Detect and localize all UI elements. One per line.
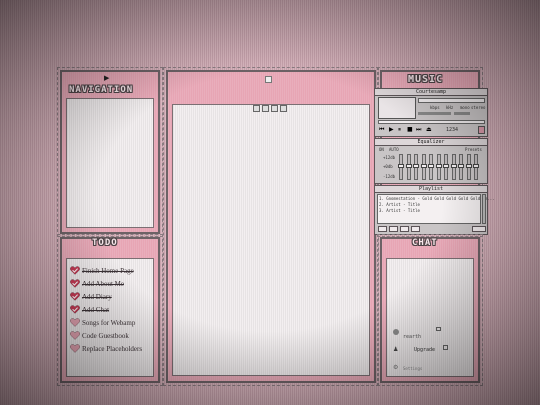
eq-band-slider[interactable] bbox=[473, 154, 479, 180]
heart-checkbox-icon[interactable] bbox=[70, 331, 80, 340]
todo-item-label: Add About Me bbox=[82, 280, 124, 288]
navigation-content bbox=[66, 98, 154, 228]
eq-band-slider[interactable] bbox=[406, 154, 412, 180]
eq-band-slider[interactable] bbox=[421, 154, 427, 180]
eq-slider-knob[interactable] bbox=[428, 164, 434, 168]
heart-checkbox-icon[interactable] bbox=[70, 279, 80, 288]
eq-slider-knob[interactable] bbox=[451, 164, 457, 168]
webamp-song-ticker bbox=[418, 98, 485, 103]
eq-band-slider[interactable] bbox=[451, 154, 457, 180]
todo-item-label: Finish Home Page bbox=[82, 267, 134, 275]
eq-band-slider[interactable] bbox=[466, 154, 472, 180]
eq-db-high: +12db bbox=[383, 155, 396, 160]
playlist-misc-button[interactable] bbox=[411, 226, 420, 232]
equalizer-title-bar[interactable]: Equalizer bbox=[375, 139, 487, 146]
heart-checkbox-icon[interactable] bbox=[70, 305, 80, 314]
eq-slider-knob[interactable] bbox=[413, 164, 419, 168]
eject-icon[interactable]: ⏏ bbox=[426, 126, 432, 133]
playlist-item[interactable]: 2. Artist - Title bbox=[379, 202, 420, 207]
webamp-seek-bar[interactable] bbox=[378, 120, 485, 124]
playlist-select-button[interactable] bbox=[400, 226, 409, 232]
chat-content bbox=[386, 258, 474, 377]
pause-icon[interactable]: ⏸ bbox=[398, 126, 401, 134]
webamp-title-bar[interactable]: Courtesamp bbox=[375, 89, 487, 96]
eq-slider-knob[interactable] bbox=[398, 164, 404, 168]
playlist-controls[interactable] bbox=[378, 226, 486, 232]
image-icon bbox=[253, 105, 260, 112]
eq-preamp-slider[interactable] bbox=[398, 154, 404, 180]
chat-message-icon[interactable] bbox=[436, 327, 441, 331]
playlist-add-button[interactable] bbox=[378, 226, 387, 232]
main-content-area bbox=[172, 104, 370, 376]
edit-icon[interactable] bbox=[443, 345, 448, 350]
eq-band-slider[interactable] bbox=[436, 154, 442, 180]
settings-icon[interactable]: ⚙ bbox=[393, 364, 398, 371]
webamp-kbps: kbps bbox=[430, 105, 440, 110]
image-icon bbox=[280, 105, 287, 112]
eq-band-slider[interactable] bbox=[458, 154, 464, 180]
eq-slider-knob[interactable] bbox=[436, 164, 442, 168]
todo-item-label: Songs for Webamp bbox=[82, 319, 136, 327]
heart-checkbox-icon[interactable] bbox=[70, 292, 80, 301]
eq-db-mid: +0db bbox=[383, 164, 393, 169]
eq-slider-knob[interactable] bbox=[458, 164, 464, 168]
playlist-title-bar[interactable]: Playlist bbox=[375, 186, 487, 193]
playlist-scrollbar[interactable] bbox=[482, 194, 486, 224]
webamp-volume-slider[interactable] bbox=[418, 112, 451, 115]
todo-item-label: Add Chat bbox=[82, 306, 110, 314]
eq-on-toggle[interactable]: ON bbox=[379, 147, 384, 152]
chat-username: rearth bbox=[403, 334, 422, 340]
webamp-mono: mono bbox=[460, 105, 470, 110]
todo-item-label: Add Diary bbox=[82, 293, 112, 301]
broken-image-icon bbox=[265, 76, 272, 83]
eq-slider-knob[interactable] bbox=[421, 164, 427, 168]
chat-avatar bbox=[393, 329, 399, 335]
playlist-remove-button[interactable] bbox=[389, 226, 398, 232]
user-icon: ♟ bbox=[393, 346, 399, 353]
next-icon[interactable]: ⏭ bbox=[416, 126, 421, 134]
eq-slider-knob[interactable] bbox=[473, 164, 479, 168]
settings-link[interactable]: Settings bbox=[403, 366, 422, 371]
todo-item-label: Code Guestbook bbox=[82, 332, 129, 340]
play-arrow-icon: ▶ bbox=[104, 74, 110, 82]
previous-icon[interactable]: ⏮ bbox=[379, 126, 384, 134]
navigation-title: NAVIGATION bbox=[69, 85, 134, 95]
eq-slider-knob[interactable] bbox=[443, 164, 449, 168]
playlist-item[interactable]: 1. Gnomestation - Gold Gold Gold Gold Go… bbox=[379, 196, 495, 201]
playlist-list-button[interactable] bbox=[472, 226, 486, 232]
eq-band-slider[interactable] bbox=[428, 154, 434, 180]
chat-title: CHAT bbox=[412, 238, 438, 248]
webamp-display bbox=[378, 97, 416, 119]
eq-auto-toggle[interactable]: AUTO bbox=[389, 147, 399, 152]
eq-band-slider[interactable] bbox=[443, 154, 449, 180]
playlist-item[interactable]: 3. Artist - Title bbox=[379, 208, 420, 213]
webamp-playlist[interactable]: Playlist 1. Gnomestation - Gold Gold Gol… bbox=[374, 185, 495, 235]
play-icon[interactable]: ▶ bbox=[389, 126, 394, 133]
webamp-time: 1234 bbox=[446, 127, 459, 133]
eq-presets-button[interactable]: Presets bbox=[465, 147, 482, 152]
webamp-equalizer[interactable]: Equalizer ON AUTO Presets +12db +0db -12… bbox=[374, 138, 488, 184]
stop-icon[interactable]: ■ bbox=[407, 126, 413, 133]
todo-item-label: Replace Placeholders bbox=[82, 345, 143, 353]
heart-checkbox-icon[interactable] bbox=[70, 318, 80, 327]
eq-band-slider[interactable] bbox=[413, 154, 419, 180]
heart-checkbox-icon[interactable] bbox=[70, 344, 80, 353]
eq-slider-knob[interactable] bbox=[466, 164, 472, 168]
image-icon bbox=[262, 105, 269, 112]
upgrade-link[interactable]: Upgrade bbox=[414, 347, 435, 353]
webamp-logo-icon bbox=[478, 126, 485, 134]
webamp-stereo: stereo bbox=[471, 105, 486, 110]
webamp-main-window[interactable]: Courtesamp kbps kHz mono stereo ⏮ ▶ ⏸ ■ … bbox=[374, 88, 488, 137]
heart-checkbox-icon[interactable] bbox=[70, 266, 80, 275]
eq-slider-knob[interactable] bbox=[406, 164, 412, 168]
webamp-balance-slider[interactable] bbox=[454, 112, 470, 115]
image-icon-row bbox=[253, 105, 287, 113]
eq-db-low: -12db bbox=[383, 174, 396, 179]
image-icon bbox=[271, 105, 278, 112]
todo-title: TODO bbox=[92, 238, 118, 248]
webamp-khz: kHz bbox=[446, 105, 454, 110]
music-title: MUSIC bbox=[408, 74, 444, 85]
